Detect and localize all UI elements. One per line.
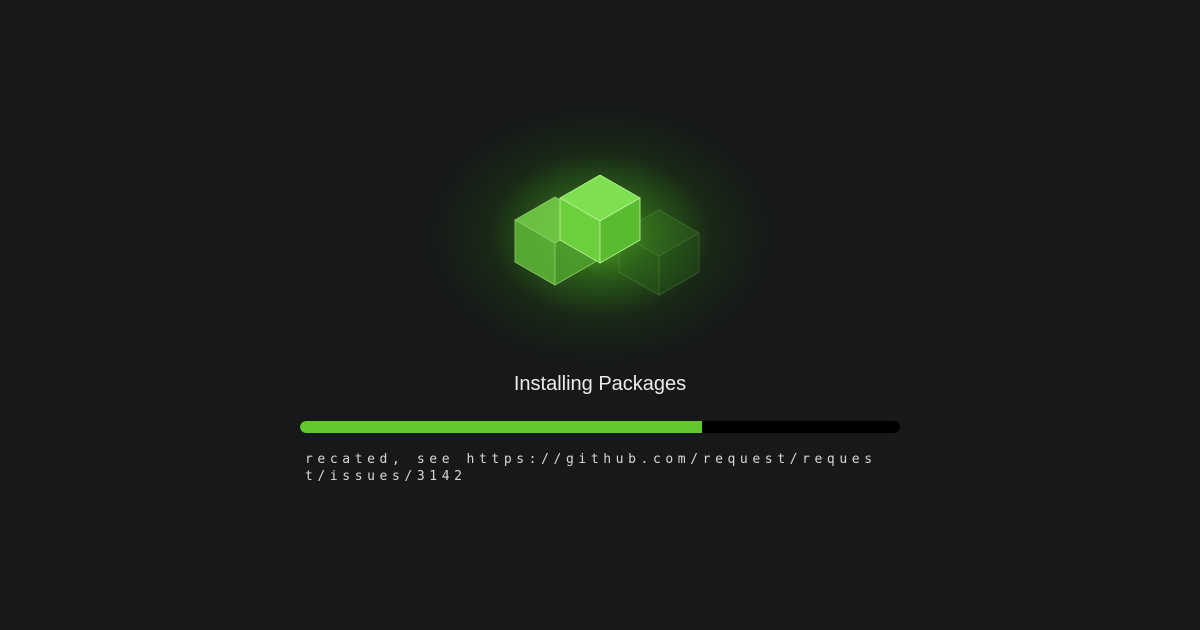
progress-bar-fill — [300, 421, 702, 433]
install-log-line: recated, see https://github.com/request/… — [305, 452, 877, 484]
loader-title: Installing Packages — [513, 373, 687, 395]
progress-bar — [300, 421, 900, 433]
installer-screen: Installing Packages recated, see https:/… — [0, 0, 1200, 630]
package-cubes-icon — [514, 174, 700, 296]
